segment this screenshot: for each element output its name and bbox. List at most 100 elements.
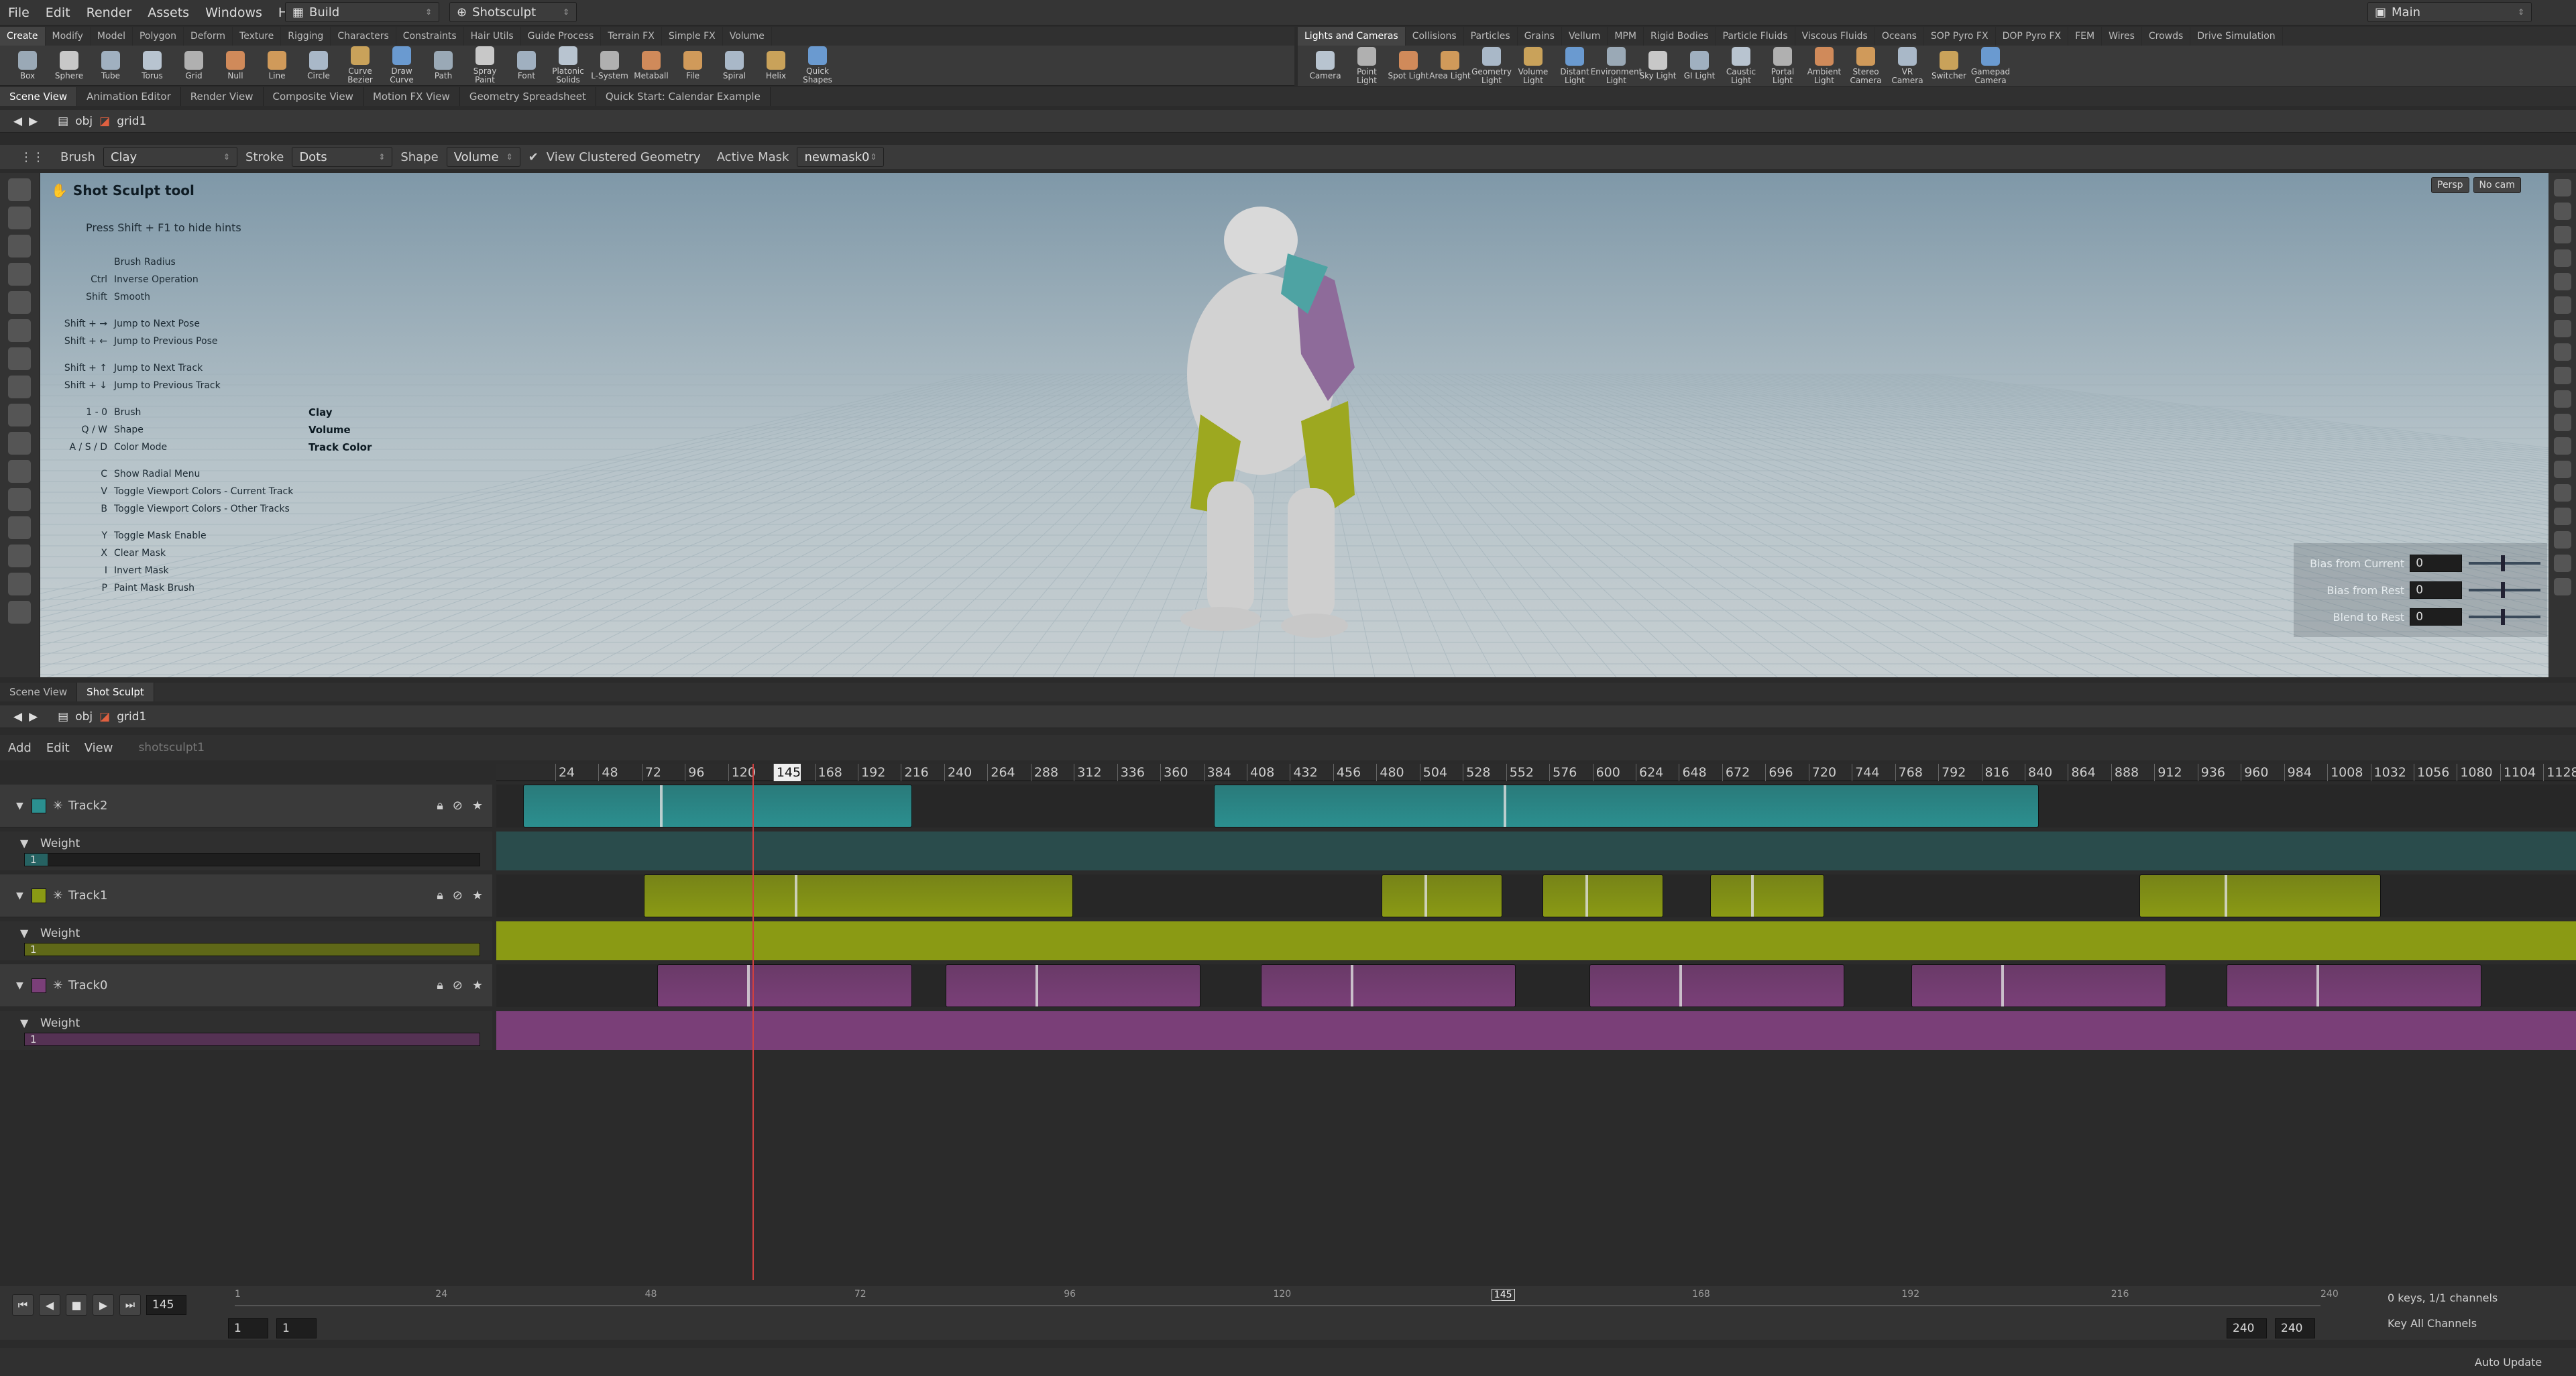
timeline-menu-item[interactable]: Edit [46,741,70,755]
shelf-tab[interactable]: Particles [1464,27,1518,46]
shelf-tab[interactable]: Simple FX [662,27,723,46]
pose-marker[interactable] [747,965,750,1007]
star-icon[interactable]: ★ [472,978,483,992]
tool-button[interactable] [8,404,31,426]
pose-clip[interactable] [1543,874,1663,917]
tool-metaball[interactable]: Metaball [630,50,672,80]
tool-button[interactable] [8,178,31,201]
slider-track[interactable] [2469,582,2540,598]
tool-caustic-light[interactable]: Caustic Light [1720,46,1762,85]
pose-clip[interactable] [523,785,912,827]
tool-helix[interactable]: Helix [755,50,797,80]
slider-value-field[interactable]: 0 [2410,555,2463,572]
weight-slider[interactable]: 1 [24,1033,480,1046]
tool-environment-light[interactable]: Environment Light [1591,46,1642,85]
slider-handle[interactable] [2501,609,2506,625]
menu-render[interactable]: Render [78,5,140,20]
lock-icon[interactable]: 🔒︎ [437,888,443,903]
display-option-button[interactable] [2553,555,2571,572]
pose-marker[interactable] [1679,965,1682,1007]
shelf-tab[interactable]: Create [0,27,46,46]
tool-quick-shapes[interactable]: Quick Shapes [797,46,838,84]
display-option-button[interactable] [2553,461,2571,478]
track-lane[interactable] [496,964,2576,1007]
tool-circle[interactable]: Circle [298,50,339,80]
track-lane[interactable] [496,874,2576,917]
tool-sky-light[interactable]: Sky Light [1637,51,1679,80]
display-option-button[interactable] [2553,390,2571,408]
viewport-3d[interactable]: ✋ Shot Sculpt tool Press Shift + F1 to hi… [40,173,2549,677]
slider-handle[interactable] [2501,582,2506,598]
shelf-tab[interactable]: Modify [46,27,91,46]
play-icon[interactable]: ▶ [93,1294,114,1316]
tool-button[interactable] [8,235,31,257]
tool-button[interactable] [8,601,31,624]
bypass-icon[interactable]: ⊘ [453,799,463,813]
shelf-tab[interactable]: FEM [2068,27,2103,46]
tool-tube[interactable]: Tube [90,50,131,80]
range-start2-field[interactable]: 1 [276,1318,317,1338]
shelf-tab[interactable]: Terrain FX [601,27,662,46]
pose-clip[interactable] [2227,964,2481,1007]
track-color-swatch[interactable] [31,888,46,903]
display-option-button[interactable] [2553,203,2571,220]
shelf-tab[interactable]: DOP Pyro FX [1996,27,2069,46]
shelf-tab[interactable]: Viscous Fluids [1795,27,1875,46]
stop-icon[interactable]: ■ [66,1294,87,1316]
pane-tab[interactable]: Motion FX View [363,87,460,106]
tool-platonic-solids[interactable]: Platonic Solids [547,46,589,84]
track-header[interactable]: ▼ ✳ Track1 🔒︎ ⊘ ★ [0,874,492,917]
lower-tab[interactable]: Scene View [0,683,78,701]
tool-torus[interactable]: Torus [131,50,173,80]
tool-point-light[interactable]: Point Light [1346,46,1388,85]
shelf-tab[interactable]: Constraints [396,27,464,46]
collapse-icon[interactable]: ▼ [20,1017,28,1029]
display-option-button[interactable] [2553,320,2571,337]
play-reverse-icon[interactable]: ◀ [39,1294,60,1316]
key-all-button[interactable]: Key All Channels [2388,1317,2477,1330]
shelf-tab[interactable]: Crowds [2142,27,2191,46]
menu-windows[interactable]: Windows [197,5,270,20]
shelf-tab[interactable]: Vellum [1562,27,1608,46]
playbar-ticks[interactable]: 1 24 48 72 96 120 145 168 192 216 240 [235,1286,2339,1313]
tool-distant-light[interactable]: Distant Light [1554,46,1595,85]
pane-tab[interactable]: Scene View [0,87,78,106]
slider-track[interactable] [2469,609,2540,625]
path-obj[interactable]: obj [75,710,93,724]
menu-file[interactable]: File [0,5,38,20]
display-option-button[interactable] [2553,296,2571,314]
display-option-button[interactable] [2553,414,2571,431]
timeline-menu-item[interactable]: View [85,741,113,755]
tool-line[interactable]: Line [256,50,298,80]
tool-button[interactable] [8,488,31,511]
shelf-tab[interactable]: Hair Utils [464,27,521,46]
slider-handle[interactable] [2501,555,2506,571]
shelf-tab[interactable]: Grains [1518,27,1562,46]
shelf-tab[interactable]: Deform [184,27,233,46]
pane-tab[interactable]: Render View [181,87,264,106]
shelf-tab[interactable]: Volume [723,27,772,46]
grid-icon[interactable]: ⋮⋮ [20,150,44,164]
tool-button[interactable] [8,263,31,286]
shape-select[interactable]: Volume ⇕ [446,147,520,167]
display-option-button[interactable] [2553,531,2571,549]
pane-tab[interactable]: Geometry Spreadsheet [460,87,596,106]
range-start-field[interactable]: 1 [228,1318,268,1338]
pose-marker[interactable] [795,875,797,917]
display-option-button[interactable] [2553,273,2571,290]
display-option-button[interactable] [2553,179,2571,196]
collapse-icon[interactable]: ▼ [20,927,28,939]
star-icon[interactable]: ★ [472,888,483,903]
track-name[interactable]: Track2 [68,799,108,813]
collapse-icon[interactable]: ▼ [20,837,28,850]
shelf-tab[interactable]: Polygon [133,27,184,46]
pose-clip[interactable] [644,874,1073,917]
last-frame-icon[interactable]: ⏭ [119,1294,141,1316]
range-end2-field[interactable]: 240 [2275,1318,2315,1338]
pose-marker[interactable] [1035,965,1038,1007]
pose-clip[interactable] [657,964,912,1007]
shelf-tab[interactable]: Rigging [281,27,331,46]
tool-spot-light[interactable]: Spot Light [1388,51,1429,80]
pose-marker[interactable] [1351,965,1353,1007]
tool-button[interactable] [8,207,31,229]
